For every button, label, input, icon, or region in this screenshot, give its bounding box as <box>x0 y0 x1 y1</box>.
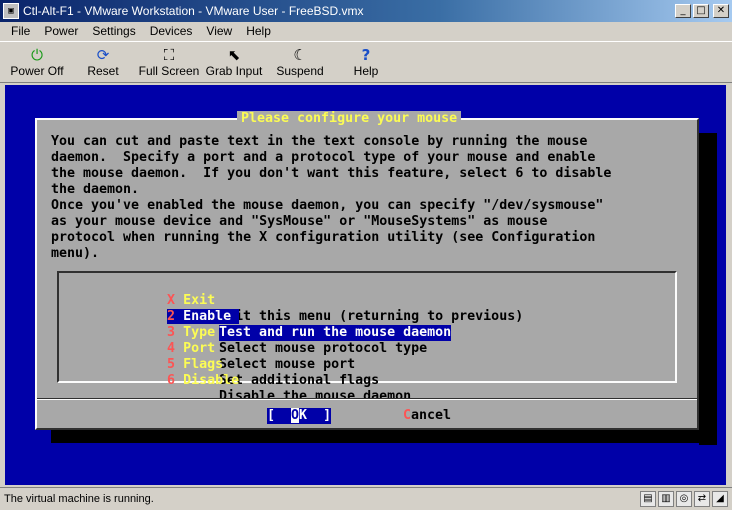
fullscreen-icon: ⛶ <box>163 46 175 64</box>
button-separator <box>37 398 697 400</box>
mouse-config-dialog: Please configure your mouse You can cut … <box>35 111 699 430</box>
reset-icon: ⟳ <box>96 46 110 64</box>
grab-input-button[interactable]: ⬉ Grab Input <box>204 46 264 80</box>
menu-option-disable[interactable]: 6 Disable Disable the mouse daemon <box>119 357 411 404</box>
cancel-button[interactable]: Cancel <box>403 408 451 424</box>
menu-bar: File Power Settings Devices View Help <box>0 22 732 41</box>
dialog-body-text: You can cut and paste text in the text c… <box>51 134 612 261</box>
menu-option-type[interactable]: 3 Type Select mouse protocol type <box>119 309 427 356</box>
help-label: Help <box>353 64 379 78</box>
maximize-button[interactable]: □ <box>693 4 709 18</box>
status-text: The virtual machine is running. <box>4 493 154 505</box>
suspend-label: Suspend <box>276 64 324 78</box>
help-button[interactable]: ? Help <box>350 46 382 80</box>
power-icon: ⏻ <box>31 46 43 64</box>
menu-option-desc: Select mouse port <box>219 357 356 372</box>
menu-option-desc: Test and run the mouse daemon <box>219 325 452 341</box>
pointer-icon: ⬉ <box>227 46 241 64</box>
power-off-button[interactable]: ⏻ Power Off <box>8 46 66 80</box>
moon-icon: ☾ <box>293 46 307 64</box>
full-screen-label: Full Screen <box>138 64 200 78</box>
menu-option-exit[interactable]: X Exit Exit this menu (returning to prev… <box>119 277 523 324</box>
toolbar: ⏻ Power Off ⟳ Reset ⛶ Full Screen ⬉ Grab… <box>0 41 732 83</box>
dialog-shadow-bottom <box>51 430 717 443</box>
menu-view[interactable]: View <box>199 22 239 41</box>
menu-option-desc: Select mouse protocol type <box>219 341 428 356</box>
menu-help[interactable]: Help <box>239 22 278 41</box>
status-bar: The virtual machine is running. ▤ ▥ ◎ ⇄ … <box>0 487 732 510</box>
minimize-button[interactable]: _ <box>675 4 691 18</box>
menu-option-desc: Set additional flags <box>219 373 380 388</box>
cdrom-icon[interactable]: ◎ <box>676 491 692 507</box>
reset-button[interactable]: ⟳ Reset <box>80 46 126 80</box>
menu-option-enable[interactable]: 2 Enable Test and run the mouse daemon <box>119 293 452 341</box>
floppy-icon[interactable]: ▤ <box>640 491 656 507</box>
dialog-title: Please configure your mouse <box>237 111 462 127</box>
full-screen-button[interactable]: ⛶ Full Screen <box>138 46 200 80</box>
power-off-label: Power Off <box>10 64 64 78</box>
hard-disk-icon[interactable]: ▥ <box>658 491 674 507</box>
menu-power[interactable]: Power <box>37 22 85 41</box>
menu-settings[interactable]: Settings <box>85 22 142 41</box>
close-button[interactable]: ✕ <box>713 4 729 18</box>
title-bar: ▣ Ctl-Alt-F1 - VMware Workstation - VMwa… <box>0 0 732 22</box>
window-title: Ctl-Alt-F1 - VMware Workstation - VMware… <box>23 4 364 18</box>
reset-label: Reset <box>87 64 119 78</box>
network-icon[interactable]: ⇄ <box>694 491 710 507</box>
device-status-icons: ▤ ▥ ◎ ⇄ ◢ <box>640 491 728 507</box>
menu-devices[interactable]: Devices <box>143 22 200 41</box>
suspend-button[interactable]: ☾ Suspend <box>274 46 326 80</box>
vm-display[interactable]: Please configure your mouse You can cut … <box>5 85 726 485</box>
dialog-shadow-right <box>699 133 717 445</box>
resize-grip-icon[interactable]: ◢ <box>712 491 728 507</box>
menu-option-desc: Disable the mouse daemon <box>219 389 412 404</box>
ok-button[interactable]: [ OK ] <box>267 408 332 424</box>
grab-input-label: Grab Input <box>205 64 263 78</box>
menu-option-desc: Exit this menu (returning to previous) <box>219 309 524 324</box>
menu-option-port[interactable]: 4 Port Select mouse port <box>119 325 355 372</box>
menu-file[interactable]: File <box>4 22 37 41</box>
menu-option-flags[interactable]: 5 Flags Set additional flags <box>119 341 379 388</box>
window-controls: _ □ ✕ <box>675 4 729 18</box>
vmware-app-icon[interactable]: ▣ <box>3 3 19 19</box>
help-icon: ? <box>361 46 371 64</box>
